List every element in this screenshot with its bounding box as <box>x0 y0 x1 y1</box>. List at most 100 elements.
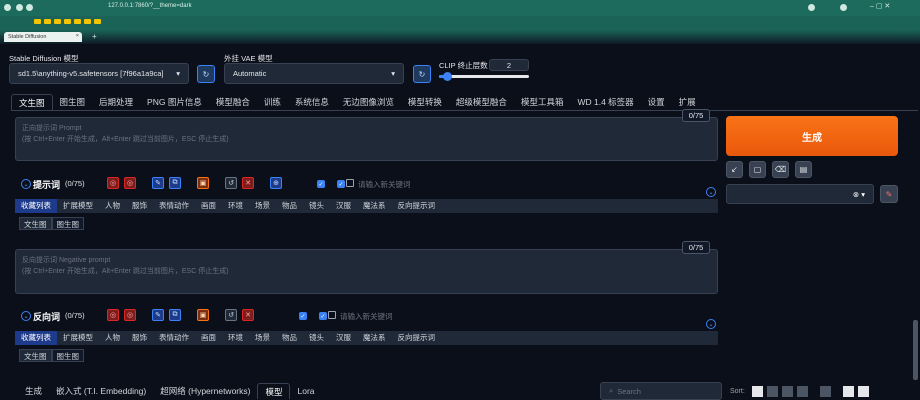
main-tab[interactable]: 图生图 <box>53 94 93 110</box>
edit-icon[interactable]: ✎ <box>152 309 164 321</box>
keyword-input[interactable]: 请输入新关键词 <box>340 311 393 322</box>
category-tab[interactable]: 反向提示词 <box>392 331 442 345</box>
sub-tab[interactable]: 文生图 <box>19 349 52 362</box>
main-tab[interactable]: 后期处理 <box>92 94 140 110</box>
expand-icon[interactable]: ⌄ <box>706 319 716 329</box>
category-tab[interactable]: 魔法系 <box>357 331 392 345</box>
undo-icon[interactable]: ◎ <box>107 309 119 321</box>
category-tab[interactable]: 画面 <box>195 199 222 213</box>
image-icon[interactable]: ▣ <box>197 177 209 189</box>
styles-select[interactable]: ⊗ ▾ <box>726 184 874 204</box>
category-tab[interactable]: 魔法系 <box>357 199 392 213</box>
extra-network-tab[interactable]: 生成 <box>18 383 49 399</box>
sort-button[interactable] <box>820 386 831 397</box>
nav-icon[interactable] <box>16 4 23 11</box>
main-tab[interactable]: WD 1.4 标签器 <box>570 94 640 110</box>
main-tab[interactable]: 无边图像浏览 <box>336 94 401 110</box>
main-tab[interactable]: 系统信息 <box>288 94 336 110</box>
checkbox-empty[interactable] <box>346 179 354 187</box>
sort-button[interactable] <box>752 386 763 397</box>
category-tab[interactable]: 汉服 <box>330 331 357 345</box>
delete-icon[interactable]: ✕ <box>242 177 254 189</box>
prompt-textarea[interactable]: 正向提示词 Prompt (按 Ctrl+Enter 开始生成，Alt+Ente… <box>15 117 718 161</box>
category-tab[interactable]: 表情动作 <box>153 331 195 345</box>
search-input[interactable]: ⌕ Search <box>600 382 722 400</box>
checkbox[interactable]: ✓ <box>299 312 307 320</box>
bookmark-icon[interactable] <box>74 19 81 24</box>
extension-icon[interactable] <box>808 4 815 11</box>
sort-button[interactable] <box>782 386 793 397</box>
category-tab[interactable]: 环境 <box>222 199 249 213</box>
clear-button[interactable]: ▢ <box>749 161 766 178</box>
category-tab[interactable]: 场景 <box>249 331 276 345</box>
category-tab[interactable]: 人物 <box>99 331 126 345</box>
category-tab[interactable]: 镜头 <box>303 199 330 213</box>
sort-button[interactable] <box>858 386 869 397</box>
trash-button[interactable]: ⌫ <box>772 161 789 178</box>
model-select[interactable]: sd1.5\anything-v5.safetensors [7f96a1a9c… <box>9 63 189 84</box>
sort-button[interactable] <box>843 386 854 397</box>
category-tab[interactable]: 场景 <box>249 199 276 213</box>
new-tab-icon[interactable]: + <box>92 32 97 41</box>
generate-button[interactable]: 生成 <box>726 116 898 156</box>
negative-textarea[interactable]: 反向提示词 Negative prompt (按 Ctrl+Enter 开始生成… <box>15 249 718 294</box>
category-tab[interactable]: 汉服 <box>330 199 357 213</box>
category-tab[interactable]: 画面 <box>195 331 222 345</box>
extra-network-tab[interactable]: 嵌入式 (T.I. Embedding) <box>49 383 153 399</box>
tab-close-icon[interactable]: × <box>76 33 79 39</box>
bookmark-icon[interactable] <box>34 19 41 24</box>
sub-tab[interactable]: 图生图 <box>51 217 84 230</box>
sub-tab[interactable]: 文生图 <box>19 217 52 230</box>
category-tab[interactable]: 人物 <box>99 199 126 213</box>
category-tab[interactable]: 镜头 <box>303 331 330 345</box>
checkbox[interactable]: ✓ <box>319 312 327 320</box>
checkbox-empty[interactable] <box>328 311 336 319</box>
sort-button[interactable] <box>797 386 808 397</box>
category-tab[interactable]: 反向提示词 <box>392 199 442 213</box>
scrollbar[interactable] <box>913 320 918 380</box>
main-tab[interactable]: 超级模型融合 <box>449 94 514 110</box>
delete-icon[interactable]: ✕ <box>242 309 254 321</box>
category-tab[interactable]: 服饰 <box>126 331 153 345</box>
browser-tab[interactable]: Stable Diffusion × <box>4 32 82 42</box>
copy-icon[interactable]: ⧉ <box>169 177 181 189</box>
expand-icon[interactable]: ⌄ <box>706 187 716 197</box>
category-tab[interactable]: 环境 <box>222 331 249 345</box>
category-tab[interactable]: 服饰 <box>126 199 153 213</box>
nav-icon[interactable] <box>26 4 33 11</box>
category-tab[interactable]: 收藏列表 <box>15 331 57 345</box>
extra-network-tab[interactable]: 超网络 (Hypernetworks) <box>153 383 257 399</box>
history-icon[interactable]: ↺ <box>225 177 237 189</box>
sub-tab[interactable]: 图生图 <box>51 349 84 362</box>
extra-network-tab[interactable]: Lora <box>290 383 321 399</box>
bookmark-icon[interactable] <box>94 19 101 24</box>
browser-icon[interactable] <box>4 4 11 11</box>
category-tab[interactable]: 物品 <box>276 331 303 345</box>
url-text[interactable]: 127.0.0.1:7860/?__theme=dark <box>108 3 192 9</box>
keyword-input[interactable]: 请输入新关键词 <box>358 179 411 190</box>
checkbox[interactable]: ✓ <box>317 180 325 188</box>
bookmark-icon[interactable] <box>44 19 51 24</box>
main-tab[interactable]: 模型工具箱 <box>514 94 571 110</box>
category-tab[interactable]: 物品 <box>276 199 303 213</box>
profile-icon[interactable] <box>840 4 847 11</box>
collapse-icon[interactable]: ⌄ <box>21 311 31 321</box>
main-tab[interactable]: PNG 图片信息 <box>140 94 209 110</box>
redo-icon[interactable]: ◎ <box>124 177 136 189</box>
checkbox[interactable]: ✓ <box>337 180 345 188</box>
undo-icon[interactable]: ◎ <box>107 177 119 189</box>
refresh-models-button[interactable]: ↻ <box>197 65 215 83</box>
apply-style-button[interactable]: ✎ <box>880 185 898 203</box>
main-tab[interactable]: 训练 <box>257 94 288 110</box>
history-icon[interactable]: ↺ <box>225 309 237 321</box>
copy-icon[interactable]: ⧉ <box>169 309 181 321</box>
refresh-vae-button[interactable]: ↻ <box>413 65 431 83</box>
globe-icon[interactable]: ⊕ <box>270 177 282 189</box>
clip-slider[interactable] <box>439 72 529 81</box>
vae-select[interactable]: Automatic ▾ <box>224 63 404 84</box>
main-tab[interactable]: 模型融合 <box>209 94 257 110</box>
bookmark-icon[interactable] <box>54 19 61 24</box>
main-tab[interactable]: 设置 <box>641 94 672 110</box>
clip-slider-thumb[interactable] <box>443 72 453 81</box>
edit-icon[interactable]: ✎ <box>152 177 164 189</box>
